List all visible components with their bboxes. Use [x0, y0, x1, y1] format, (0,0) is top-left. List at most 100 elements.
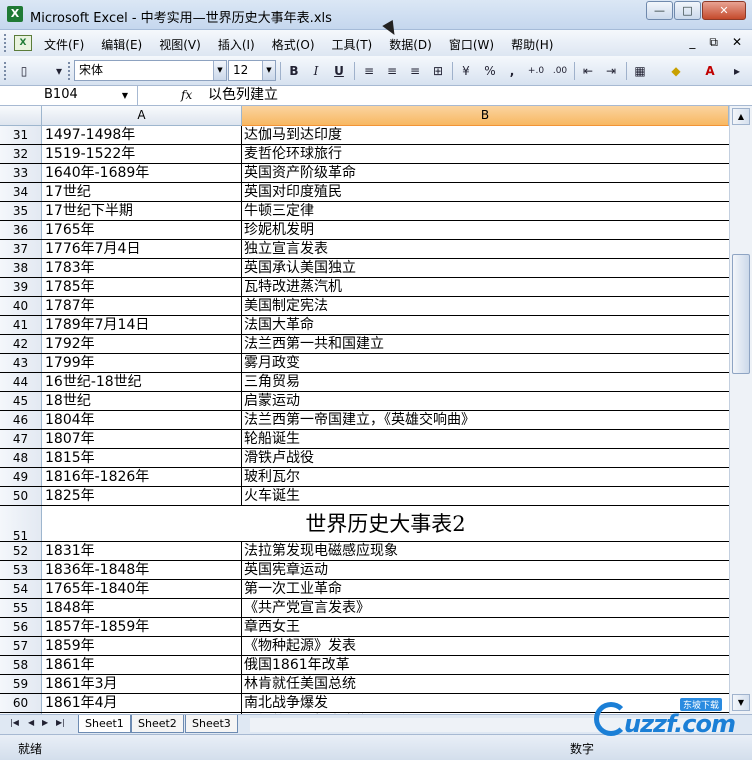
row-header[interactable]: 51: [0, 506, 42, 543]
row-header[interactable]: 34: [0, 183, 42, 201]
cell-date[interactable]: 1861年3月: [42, 675, 242, 693]
cell-event[interactable]: 法国大革命: [242, 316, 729, 334]
row-header[interactable]: 58: [0, 656, 42, 674]
cell-event[interactable]: 玻利瓦尔: [242, 468, 729, 486]
toolbar-options-icon[interactable]: ▸: [730, 61, 744, 81]
cell-event[interactable]: 三角贸易: [242, 373, 729, 391]
next-sheet-icon[interactable]: ▶: [42, 718, 48, 727]
chevron-down-icon[interactable]: ▼: [213, 61, 226, 80]
row-header[interactable]: 44: [0, 373, 42, 391]
toolbar-grip[interactable]: [4, 62, 7, 80]
maximize-button[interactable]: □: [674, 1, 701, 20]
cell-event[interactable]: 牛顿三定律: [242, 202, 729, 220]
cell-date[interactable]: 1831年: [42, 542, 242, 560]
row-header[interactable]: 59: [0, 675, 42, 693]
percent-button[interactable]: %: [480, 61, 500, 81]
cell-date[interactable]: 1776年7月4日: [42, 240, 242, 258]
cell-date[interactable]: 17世纪下半期: [42, 202, 242, 220]
cell-event[interactable]: 法拉第发现电磁感应现象: [242, 542, 729, 560]
chevron-down-icon[interactable]: ▼: [119, 86, 131, 105]
menu-item[interactable]: 工具(T): [332, 36, 373, 53]
row-header[interactable]: 56: [0, 618, 42, 636]
tab-sheet3[interactable]: Sheet3: [185, 715, 238, 733]
row-header[interactable]: 60: [0, 694, 42, 712]
row-header[interactable]: 57: [0, 637, 42, 655]
align-center-icon[interactable]: ≡: [382, 61, 402, 81]
workbook-icon[interactable]: X: [14, 35, 32, 51]
cell-date[interactable]: 1815年: [42, 449, 242, 467]
row-header[interactable]: 33: [0, 164, 42, 182]
row-header[interactable]: 42: [0, 335, 42, 353]
cell-event[interactable]: 独立宣言发表: [242, 240, 729, 258]
column-header-a[interactable]: A: [42, 106, 242, 126]
minimize-button[interactable]: —: [646, 1, 673, 20]
cell-event[interactable]: 启蒙运动: [242, 392, 729, 410]
row-header[interactable]: 31: [0, 126, 42, 144]
cell-date[interactable]: 1804年: [42, 411, 242, 429]
cell-event[interactable]: 达伽马到达印度: [242, 126, 729, 144]
cell-event[interactable]: 俄国1861年改革: [242, 656, 729, 674]
cell-event[interactable]: 瓦特改进蒸汽机: [242, 278, 729, 296]
align-right-icon[interactable]: ≡: [405, 61, 425, 81]
row-header[interactable]: 48: [0, 449, 42, 467]
fill-color-icon[interactable]: ◆: [666, 61, 686, 81]
font-size-select[interactable]: 12 ▼: [228, 60, 276, 81]
cell-event[interactable]: 法兰西第一帝国建立，《英雄交响曲》: [242, 411, 729, 429]
font-color-icon[interactable]: A: [700, 61, 720, 81]
cell-date[interactable]: 1765年: [42, 221, 242, 239]
underline-button[interactable]: U: [329, 61, 349, 81]
close-button[interactable]: ✕: [702, 1, 746, 20]
row-header[interactable]: 41: [0, 316, 42, 334]
menu-item[interactable]: 帮助(H): [511, 36, 553, 53]
select-all-corner[interactable]: [0, 106, 42, 126]
toolbar-grip[interactable]: [68, 62, 71, 80]
menu-item[interactable]: 视图(V): [159, 36, 201, 53]
cell-event[interactable]: 第一次工业革命: [242, 580, 729, 598]
cell-date[interactable]: 1859年: [42, 637, 242, 655]
scroll-thumb[interactable]: [732, 254, 750, 374]
cell-event[interactable]: 《物种起源》发表: [242, 637, 729, 655]
cell-event[interactable]: 轮船诞生: [242, 430, 729, 448]
bold-button[interactable]: B: [284, 61, 304, 81]
increase-decimal-icon[interactable]: +.0: [526, 61, 546, 81]
cell-date[interactable]: 1857年-1859年: [42, 618, 242, 636]
cell-date[interactable]: 1519-1522年: [42, 145, 242, 163]
row-header[interactable]: 47: [0, 430, 42, 448]
cell-date[interactable]: 17世纪: [42, 183, 242, 201]
cell-date[interactable]: 1825年: [42, 487, 242, 505]
increase-indent-icon[interactable]: ⇥: [601, 61, 621, 81]
row-header[interactable]: 49: [0, 468, 42, 486]
cell-event[interactable]: 美国制定宪法: [242, 297, 729, 315]
cell-date[interactable]: 1792年: [42, 335, 242, 353]
cell-event[interactable]: 滑铁卢战役: [242, 449, 729, 467]
cell-event[interactable]: 法兰西第一共和国建立: [242, 335, 729, 353]
cell-date[interactable]: 1783年: [42, 259, 242, 277]
cell-date[interactable]: 1799年: [42, 354, 242, 372]
row-header[interactable]: 40: [0, 297, 42, 315]
cell-event[interactable]: 英国宪章运动: [242, 561, 729, 579]
cell-date[interactable]: 1836年-1848年: [42, 561, 242, 579]
row-header[interactable]: 45: [0, 392, 42, 410]
cell-date[interactable]: 1787年: [42, 297, 242, 315]
cell-event[interactable]: 《共产党宣言发表》: [242, 599, 729, 617]
currency-icon[interactable]: ¥: [456, 61, 476, 81]
doc-minimize-button[interactable]: _: [689, 35, 695, 50]
row-header[interactable]: 32: [0, 145, 42, 163]
cell-date[interactable]: 1848年: [42, 599, 242, 617]
insert-function-icon[interactable]: fx: [181, 88, 192, 102]
menu-grip[interactable]: [4, 34, 7, 52]
cell-date[interactable]: 1789年7月14日: [42, 316, 242, 334]
last-sheet-icon[interactable]: ▶|: [56, 718, 65, 727]
row-header[interactable]: 43: [0, 354, 42, 372]
borders-icon[interactable]: ▦: [630, 61, 650, 81]
align-left-icon[interactable]: ≡: [359, 61, 379, 81]
merged-title-cell[interactable]: 世界历史大事表2: [42, 506, 729, 541]
cell-event[interactable]: 雾月政变: [242, 354, 729, 372]
row-header[interactable]: 37: [0, 240, 42, 258]
first-sheet-icon[interactable]: |◀: [10, 718, 19, 727]
tab-sheet2[interactable]: Sheet2: [131, 715, 184, 733]
cell-date[interactable]: 1765年-1840年: [42, 580, 242, 598]
excel-icon[interactable]: X: [7, 6, 23, 22]
prev-sheet-icon[interactable]: ◀: [28, 718, 34, 727]
cell-date[interactable]: 1640年-1689年: [42, 164, 242, 182]
